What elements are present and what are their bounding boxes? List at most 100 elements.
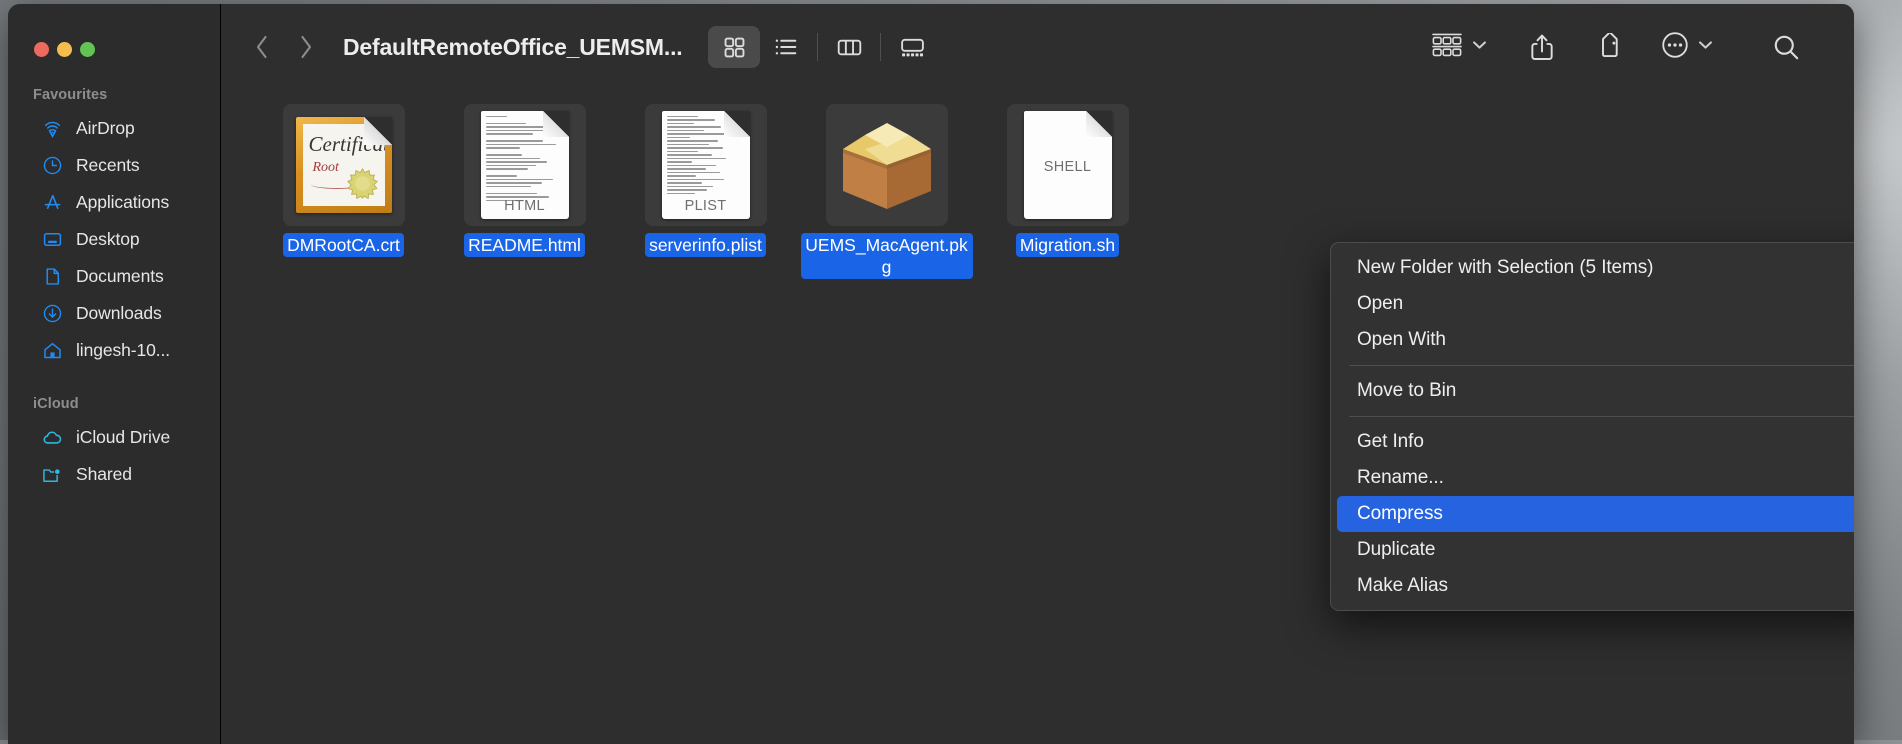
context-menu-separator	[1349, 365, 1854, 366]
search-icon	[1772, 33, 1801, 62]
home-icon	[41, 340, 63, 362]
package-box-icon	[835, 119, 939, 211]
file-item[interactable]: HTML README.html	[434, 104, 615, 279]
navigation-arrows	[251, 32, 317, 62]
file-label[interactable]: UEMS_MacAgent.pkg	[801, 233, 973, 279]
finder-window: Favourites AirDrop	[8, 4, 1854, 744]
search-button[interactable]	[1760, 26, 1812, 68]
file-label[interactable]: README.html	[464, 233, 585, 257]
page-curl	[543, 111, 569, 137]
file-thumbnail: SHELL	[1007, 104, 1129, 226]
sidebar-section-favourites-title: Favourites	[8, 87, 220, 103]
context-menu-item-move-to-bin[interactable]: Move to Bin	[1337, 373, 1854, 409]
file-thumbnail: PLIST	[645, 104, 767, 226]
applications-icon	[41, 192, 63, 214]
share-button[interactable]	[1516, 26, 1568, 68]
window-controls	[8, 4, 220, 57]
context-menu-item-duplicate[interactable]: Duplicate	[1337, 532, 1854, 568]
chevron-down-icon	[1697, 38, 1714, 56]
sidebar-favourites-list: AirDrop Recents Applic	[8, 110, 220, 369]
context-menu-item-label: Open	[1357, 293, 1403, 315]
file-label[interactable]: DMRootCA.crt	[283, 233, 404, 257]
context-menu-item-open-with[interactable]: Open With ›	[1337, 322, 1854, 358]
context-menu-item-new-folder-with-selection[interactable]: New Folder with Selection (5 Items)	[1337, 250, 1854, 286]
chevron-down-icon	[1471, 38, 1488, 56]
file-item[interactable]: SHELL Migration.sh	[977, 104, 1158, 279]
html-document-icon: HTML	[481, 111, 569, 219]
share-icon	[1529, 33, 1555, 62]
toolbar: DefaultRemoteOffice_UEMSM...	[221, 4, 1854, 90]
airdrop-icon	[41, 118, 63, 140]
file-thumbnail: HTML	[464, 104, 586, 226]
close-button[interactable]	[34, 42, 49, 57]
file-label[interactable]: Migration.sh	[1016, 233, 1119, 257]
file-type-badge: SHELL	[1024, 159, 1112, 175]
sidebar-icloud-list: iCloud Drive Shared	[8, 419, 220, 493]
sidebar-item-shared[interactable]: Shared	[16, 456, 212, 493]
shared-folder-icon	[41, 464, 63, 486]
icon-view-button[interactable]	[708, 26, 760, 68]
forward-icon[interactable]	[295, 32, 317, 62]
context-menu-item-open[interactable]: Open	[1337, 286, 1854, 322]
sidebar-item-icloud-drive[interactable]: iCloud Drive	[16, 419, 212, 456]
file-type-badge: PLIST	[662, 198, 750, 214]
page-curl	[724, 111, 750, 137]
cloud-icon	[41, 427, 63, 449]
context-menu-item-rename[interactable]: Rename...	[1337, 460, 1854, 496]
ellipsis-circle-icon	[1660, 30, 1690, 65]
sidebar-item-label: lingesh-10...	[76, 340, 170, 361]
sidebar-item-label: Applications	[76, 192, 169, 213]
certificate-subtitle: Root	[313, 160, 339, 176]
sidebar-item-documents[interactable]: Documents	[16, 258, 212, 295]
file-label[interactable]: serverinfo.plist	[645, 233, 766, 257]
column-view-button[interactable]	[823, 26, 875, 68]
page-curl	[364, 117, 392, 145]
context-menu-item-make-alias[interactable]: Make Alias	[1337, 568, 1854, 604]
back-icon[interactable]	[251, 32, 273, 62]
context-menu-item-label: Open With	[1357, 329, 1446, 351]
seal-icon	[347, 168, 378, 199]
clock-icon	[41, 155, 63, 177]
main-pane: DefaultRemoteOffice_UEMSM...	[221, 4, 1854, 744]
sidebar-item-home[interactable]: lingesh-10...	[16, 332, 212, 369]
file-item[interactable]: UEMS_MacAgent.pkg	[796, 104, 977, 279]
context-menu-item-label: Move to Bin	[1357, 380, 1456, 402]
more-actions-button[interactable]	[1652, 26, 1722, 68]
sidebar-item-label: AirDrop	[76, 118, 135, 139]
view-mode-group	[708, 26, 938, 68]
group-by-button[interactable]	[1422, 26, 1496, 68]
file-type-badge: HTML	[481, 198, 569, 214]
context-menu-item-compress[interactable]: Compress	[1337, 496, 1854, 532]
sidebar-item-applications[interactable]: Applications	[16, 184, 212, 221]
context-menu: New Folder with Selection (5 Items) Open…	[1330, 242, 1854, 611]
file-item[interactable]: Certificate Root DMRootCA.	[253, 104, 434, 279]
context-menu-item-label: Get Info	[1357, 431, 1424, 453]
sidebar-item-label: Shared	[76, 464, 132, 485]
gallery-view-button[interactable]	[886, 26, 938, 68]
minimize-button[interactable]	[57, 42, 72, 57]
desktop-icon	[41, 229, 63, 251]
sidebar-item-airdrop[interactable]: AirDrop	[16, 110, 212, 147]
context-menu-item-get-info[interactable]: Get Info	[1337, 424, 1854, 460]
list-view-button[interactable]	[760, 26, 812, 68]
group-icon	[1430, 31, 1464, 63]
sidebar-item-downloads[interactable]: Downloads	[16, 295, 212, 332]
sidebar-item-desktop[interactable]: Desktop	[16, 221, 212, 258]
file-item[interactable]: PLIST serverinfo.plist	[615, 104, 796, 279]
toolbar-divider	[817, 33, 818, 61]
tag-icon	[1596, 33, 1624, 61]
sidebar: Favourites AirDrop	[8, 4, 221, 744]
sidebar-item-recents[interactable]: Recents	[16, 147, 212, 184]
context-menu-item-label: Rename...	[1357, 467, 1444, 489]
file-thumbnail	[826, 104, 948, 226]
context-menu-item-label: Compress	[1357, 503, 1443, 525]
toolbar-divider	[880, 33, 881, 61]
shell-document-icon: SHELL	[1024, 111, 1112, 219]
tag-button[interactable]	[1584, 26, 1636, 68]
context-menu-item-label: Make Alias	[1357, 575, 1448, 597]
download-icon	[41, 303, 63, 325]
sidebar-item-label: Desktop	[76, 229, 140, 250]
maximize-button[interactable]	[80, 42, 95, 57]
page-title: DefaultRemoteOffice_UEMSM...	[343, 34, 682, 61]
sidebar-item-label: Documents	[76, 266, 164, 287]
